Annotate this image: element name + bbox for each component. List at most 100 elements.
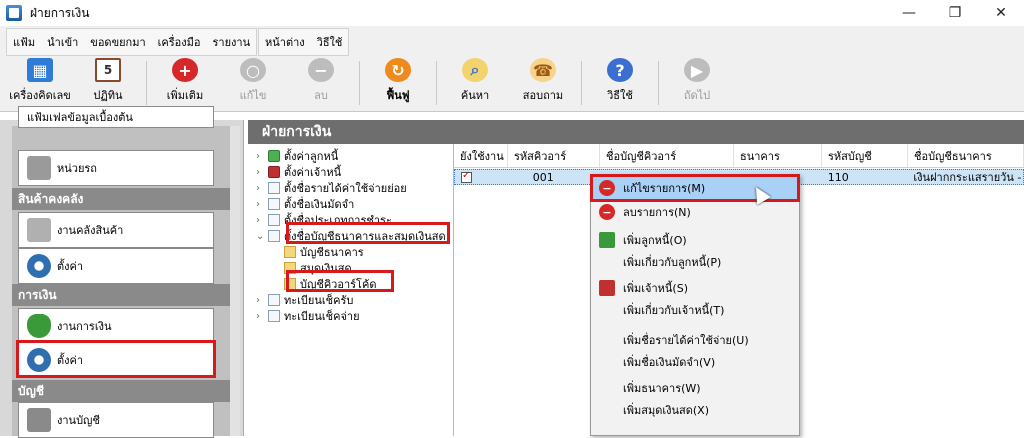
refresh-button[interactable]: ↻ ฟื้นฟู — [364, 58, 432, 108]
close-button[interactable]: ✕ — [978, 0, 1024, 26]
collapse-icon[interactable]: ⌄ — [256, 231, 268, 242]
nav-category-finance[interactable]: การเงิน — [12, 284, 230, 306]
inquiry-button[interactable]: ☎ สอบถาม — [509, 58, 577, 108]
toolbar-separator — [658, 61, 659, 105]
menu-add-income-expense[interactable]: เพิ่มชื่อรายได้ค่าใช้จ่าย(U) — [593, 329, 797, 351]
minimize-button[interactable]: — — [886, 0, 932, 26]
nav-category-inventory[interactable]: สินค้าคงคลัง — [12, 188, 230, 210]
nav-vehicle[interactable]: หน่วยรถ — [18, 150, 214, 186]
refresh-icon: ↻ — [385, 58, 411, 82]
toolbar-separator — [581, 61, 582, 105]
active-checkbox[interactable] — [455, 170, 509, 184]
tree-item-debtor-settings[interactable]: › ตั้งค่าลูกหนี้ — [256, 148, 338, 164]
warehouse-icon — [27, 218, 51, 242]
menu-reports[interactable]: รายงาน — [207, 33, 257, 51]
add-button[interactable]: + เพิ่มเติม — [151, 58, 219, 108]
menu-add-deposit[interactable]: เพิ่มชื่อเงินมัดจำ(V) — [593, 351, 797, 373]
column-active[interactable]: ยังใช้งาน — [454, 144, 508, 167]
tree-item-creditor-settings[interactable]: › ตั้งค่าเจ้าหนี้ — [256, 164, 341, 180]
document-icon — [268, 230, 280, 242]
help-icon: ? — [607, 58, 633, 82]
menu-bar-secondary: หน้าต่าง วิธีใช้ — [258, 28, 350, 56]
folder-icon — [284, 246, 296, 258]
column-account-name[interactable]: ชื่อบัญชีธนาคาร — [908, 144, 1024, 167]
menu-carry-forward[interactable]: ขอดขยกมา — [84, 33, 151, 51]
expand-icon[interactable]: › — [256, 311, 268, 322]
nav-category-accounting[interactable]: บัญชี — [12, 380, 230, 402]
highlight-qr-account — [286, 270, 394, 292]
phone-icon: ☎ — [530, 58, 556, 82]
nav-partial-top[interactable]: แฟ้มเฟลข้อมูลเบื้องต้น — [18, 106, 214, 128]
menu-import[interactable]: นำเข้า — [41, 33, 84, 51]
calculator-button[interactable]: ▦ เครื่องคิดเลข — [6, 58, 74, 108]
highlight-finance-settings — [16, 340, 216, 378]
tree-item-paid-cheques[interactable]: › ทะเบียนเช็คจ่าย — [256, 308, 360, 324]
menu-window[interactable]: หน้าต่าง — [259, 33, 311, 51]
search-button[interactable]: ⌕ ค้นหา — [441, 58, 509, 108]
toolbar-separator — [436, 61, 437, 105]
expand-icon[interactable]: › — [256, 151, 268, 162]
people-icon — [268, 150, 280, 162]
calculator-icon: ▦ — [27, 58, 53, 82]
tree-item-income-expense[interactable]: › ตั้งชื่อรายได้ค่าใช้จ่ายย่อย — [256, 180, 407, 196]
delete-icon: − — [308, 58, 334, 82]
menu-add-debtor[interactable]: เพิ่มลูกหนี้(O) — [593, 229, 797, 251]
document-icon — [268, 198, 280, 210]
document-icon — [268, 310, 280, 322]
people-icon — [268, 166, 280, 178]
column-account-code[interactable]: รหัสบัญชี — [822, 144, 908, 167]
menu-add-creditor[interactable]: เพิ่มเจ้าหนี้(S) — [593, 277, 797, 299]
nav-finance-work[interactable]: งานการเงิน — [18, 308, 214, 344]
page-title: ฝ่ายการเงิน — [248, 120, 1024, 144]
edit-button[interactable]: ○ แก้ไข — [219, 58, 287, 108]
expand-icon[interactable]: › — [256, 295, 268, 306]
next-button[interactable]: ▶ ถัดไป — [663, 58, 731, 108]
nav-scrollbar[interactable] — [230, 126, 240, 436]
title-bar: ฝ่ายการเงิน — ❐ ✕ — [0, 0, 1024, 26]
menu-help[interactable]: วิธีใช้ — [311, 33, 349, 51]
calculator-icon — [27, 408, 51, 432]
column-bank[interactable]: ธนาคาร — [734, 144, 822, 167]
search-icon: ⌕ — [462, 58, 488, 82]
help-button[interactable]: ? วิธีใช้ — [586, 58, 654, 108]
table-header: ยังใช้งาน รหัสคิวอาร์ ชื่อบัญชีคิวอาร์ ธ… — [454, 144, 1024, 168]
menu-add-creditor-related[interactable]: เพิ่มเกี่ยวกับเจ้าหนี้(T) — [593, 299, 797, 321]
expand-icon[interactable]: › — [256, 199, 268, 210]
document-icon — [268, 214, 280, 226]
maximize-button[interactable]: ❐ — [932, 0, 978, 26]
menu-delete-record[interactable]: − ลบรายการ(N) — [593, 201, 797, 223]
document-icon — [268, 182, 280, 194]
highlight-bank-and-cashbook — [286, 222, 450, 244]
column-qr-code[interactable]: รหัสคิวอาร์ — [508, 144, 600, 167]
context-menu: − แก้ไขรายการ(M) − ลบรายการ(N) เพิ่มลูกหนี… — [590, 174, 800, 436]
delete-record-icon: − — [599, 204, 615, 220]
delete-button[interactable]: − ลบ — [287, 58, 355, 108]
calendar-button[interactable]: 5 ปฏิทิน — [74, 58, 142, 108]
tree-item-bank-account[interactable]: บัญชีธนาคาร — [284, 244, 364, 260]
calendar-icon: 5 — [95, 58, 121, 82]
nav-inventory-settings[interactable]: ตั้งค่า — [18, 248, 214, 284]
menu-add-debtor-related[interactable]: เพิ่มเกี่ยวกับลูกหนี้(P) — [593, 251, 797, 273]
cell-qr-code: 001 — [532, 170, 554, 184]
tree-item-deposit[interactable]: › ตั้งชื่อเงินมัดจำ — [256, 196, 354, 212]
tree-item-received-cheques[interactable]: › ทะเบียนเช็ครับ — [256, 292, 353, 308]
expand-icon[interactable]: › — [256, 183, 268, 194]
menu-tools[interactable]: เครื่องมือ — [152, 33, 207, 51]
menu-bar: แฟ้ม นำเข้า ขอดขยกมา เครื่องมือ รายงาน — [6, 28, 258, 56]
expand-icon[interactable]: › — [256, 167, 268, 178]
add-icon: + — [172, 58, 198, 82]
toolbar-separator — [146, 61, 147, 105]
menu-add-cashbook[interactable]: เพิ่มสมุดเงินสด(X) — [593, 399, 797, 421]
toolbar-buttons: ▦ เครื่องคิดเลข 5 ปฏิทิน + เพิ่มเติม ○ แ… — [6, 58, 731, 108]
toolbar-separator — [359, 61, 360, 105]
money-bag-icon — [27, 314, 51, 338]
nav-inventory-work[interactable]: งานคลังสินค้า — [18, 212, 214, 248]
menu-file[interactable]: แฟ้ม — [7, 33, 41, 51]
expand-icon[interactable]: › — [256, 215, 268, 226]
nav-accounting-work[interactable]: งานบัญชี — [18, 402, 214, 438]
truck-icon — [27, 156, 51, 180]
column-qr-name[interactable]: ชื่อบัญชีคิวอาร์ — [600, 144, 734, 167]
toolbar: แฟ้ม นำเข้า ขอดขยกมา เครื่องมือ รายงาน ห… — [0, 26, 1024, 112]
left-nav-panel: แฟ้มเฟลข้อมูลเบื้องต้น หน่วยรถ สินค้าคงค… — [0, 106, 244, 438]
menu-add-bank[interactable]: เพิ่มธนาคาร(W) — [593, 377, 797, 399]
